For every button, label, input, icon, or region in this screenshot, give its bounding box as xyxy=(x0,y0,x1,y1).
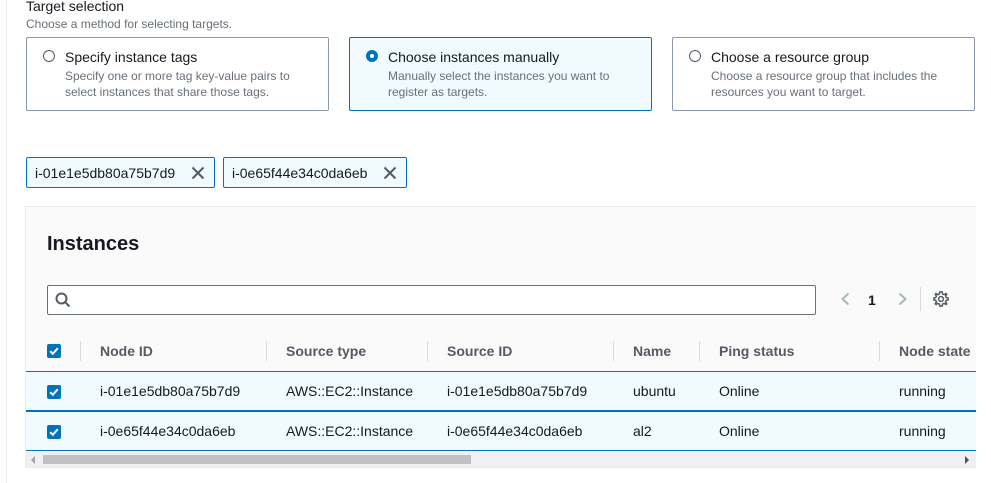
cell-source-type: AWS::EC2::Instance xyxy=(286,423,414,439)
chevron-right-icon[interactable] xyxy=(894,291,910,307)
radio-button[interactable] xyxy=(43,50,55,62)
gear-icon[interactable] xyxy=(932,290,950,308)
column-header-node-id[interactable]: Node ID xyxy=(100,343,153,359)
option-label: Specify instance tags xyxy=(65,49,198,65)
instances-title: Instances xyxy=(47,233,140,255)
column-divider[interactable] xyxy=(427,341,428,361)
option-specify-instance-tags[interactable]: Specify instance tags Specify one or mor… xyxy=(26,37,329,111)
row-checkbox[interactable] xyxy=(47,385,61,399)
selected-instance-token: i-0e65f44e34c0da6eb xyxy=(223,157,407,188)
search-field[interactable] xyxy=(47,285,816,315)
column-header-source-id[interactable]: Source ID xyxy=(447,343,512,359)
cell-source-id: i-0e65f44e34c0da6eb xyxy=(447,423,583,439)
cell-ping-status: Online xyxy=(719,423,760,439)
radio-button[interactable] xyxy=(689,50,701,62)
option-choose-resource-group[interactable]: Choose a resource group Choose a resourc… xyxy=(672,37,975,111)
column-divider[interactable] xyxy=(699,341,700,361)
scroll-right-arrow-icon[interactable] xyxy=(965,456,969,464)
option-label: Choose instances manually xyxy=(388,49,560,65)
selected-instance-token: i-01e1e5db80a75b7d9 xyxy=(26,157,215,188)
column-header-ping-status[interactable]: Ping status xyxy=(719,343,794,359)
column-divider[interactable] xyxy=(879,341,880,361)
cell-ping-status: Online xyxy=(719,383,760,399)
option-description: Choose a resource group that includes th… xyxy=(711,69,938,99)
pagination-divider xyxy=(920,287,921,311)
radio-button-selected[interactable] xyxy=(366,50,378,62)
page-left-rule xyxy=(6,0,7,483)
cell-source-type: AWS::EC2::Instance xyxy=(286,383,414,399)
token-label: i-01e1e5db80a75b7d9 xyxy=(35,165,176,181)
column-divider[interactable] xyxy=(613,341,614,361)
scrollbar-thumb[interactable] xyxy=(43,455,471,464)
target-selection-description: Choose a method for selecting targets. xyxy=(26,17,233,31)
target-selection-title: Target selection xyxy=(26,0,125,14)
cell-node-id: i-0e65f44e34c0da6eb xyxy=(100,423,236,439)
column-header-source-type[interactable]: Source type xyxy=(286,343,366,359)
token-label: i-0e65f44e34c0da6eb xyxy=(232,165,368,181)
cell-source-id: i-01e1e5db80a75b7d9 xyxy=(447,383,588,399)
select-all-checkbox[interactable] xyxy=(47,344,61,358)
close-icon[interactable] xyxy=(190,165,206,181)
column-divider xyxy=(80,341,81,361)
instances-table-container: Instances 1 Node ID Source type Source I… xyxy=(25,206,976,468)
table-row[interactable]: i-01e1e5db80a75b7d9 AWS::EC2::Instance i… xyxy=(26,371,976,411)
table-row[interactable]: i-0e65f44e34c0da6eb AWS::EC2::Instance i… xyxy=(26,411,976,451)
option-label: Choose a resource group xyxy=(711,49,869,65)
option-description: Manually select the instances you want t… xyxy=(388,69,610,99)
cell-node-state: running xyxy=(899,423,946,439)
cell-name: al2 xyxy=(633,423,652,439)
current-page-number[interactable]: 1 xyxy=(868,292,876,308)
horizontal-scrollbar[interactable] xyxy=(26,452,976,467)
row-checkbox[interactable] xyxy=(47,425,61,439)
option-description: Specify one or more tag key-value pairs … xyxy=(65,69,290,99)
search-input[interactable] xyxy=(80,290,804,312)
column-divider[interactable] xyxy=(266,341,267,361)
close-icon[interactable] xyxy=(382,165,398,181)
table-header: Node ID Source type Source ID Name Ping … xyxy=(26,331,976,371)
column-header-node-state[interactable]: Node state xyxy=(899,343,971,359)
chevron-left-icon[interactable] xyxy=(838,291,854,307)
column-header-name[interactable]: Name xyxy=(633,343,671,359)
cell-node-state: running xyxy=(899,383,946,399)
option-choose-instances-manually[interactable]: Choose instances manually Manually selec… xyxy=(349,37,652,111)
scroll-left-arrow-icon[interactable] xyxy=(31,456,35,464)
search-icon xyxy=(55,292,71,308)
cell-name: ubuntu xyxy=(633,383,676,399)
cell-node-id: i-01e1e5db80a75b7d9 xyxy=(100,383,241,399)
